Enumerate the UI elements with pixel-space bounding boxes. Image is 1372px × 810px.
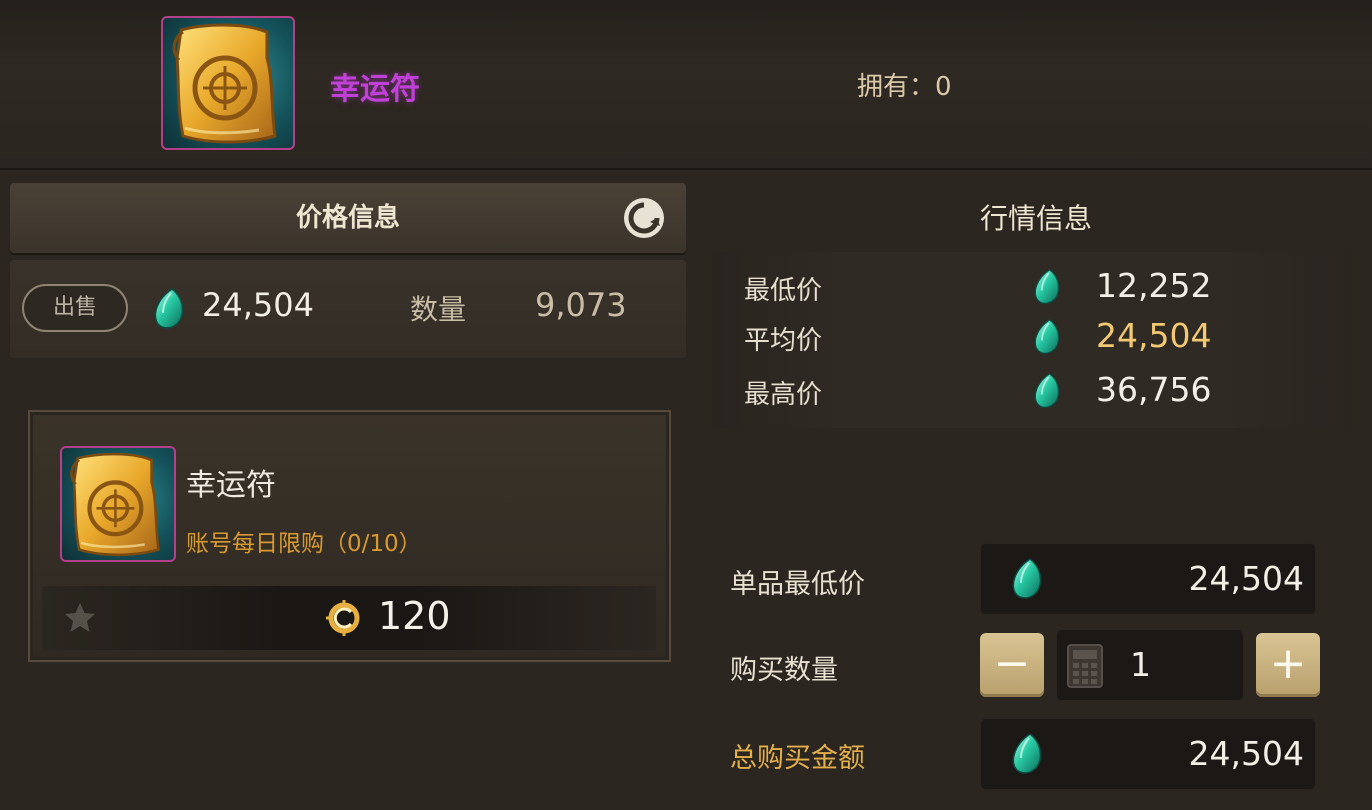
max-price-value: 36,756	[1096, 370, 1212, 409]
sell-button[interactable]: 出售	[22, 284, 128, 332]
owned-count: 拥有：0	[857, 66, 952, 103]
quantity-label: 数量	[410, 293, 467, 326]
coin-price: 120	[378, 594, 451, 638]
avg-price-value: 24,504	[1096, 316, 1212, 355]
teal-gem-icon	[1010, 557, 1044, 601]
price-info-title: 价格信息	[295, 203, 400, 233]
decrease-quantity-button[interactable]: −	[980, 633, 1044, 697]
star-icon[interactable]	[62, 600, 98, 636]
total-amount-label: 总购买金额	[730, 743, 865, 774]
calculator-icon[interactable]	[1066, 643, 1104, 689]
market-info-title: 行情信息	[979, 202, 1092, 235]
quantity-input-value: 1	[1130, 645, 1151, 684]
owned-label: 拥有：	[857, 72, 936, 102]
product-name: 幸运符	[186, 468, 276, 503]
lucky-charm-scroll-icon	[161, 16, 295, 150]
owned-value: 0	[935, 72, 952, 102]
unit-min-price-label: 单品最低价	[730, 569, 865, 600]
daily-limit-text: 账号每日限购（0/10）	[186, 531, 422, 557]
teal-gem-icon	[152, 287, 186, 331]
sell-listing-row: 出售 24,504 数量 9,073	[10, 260, 686, 358]
market-info-panel: 最低价 12,252 平均价 24,504 最高价 36,756	[712, 252, 1352, 428]
total-amount-field: 24,504	[980, 718, 1316, 790]
increase-quantity-button[interactable]: +	[1256, 633, 1320, 697]
unit-min-price-value: 24,504	[1188, 559, 1304, 598]
total-amount-value: 24,504	[1188, 734, 1304, 773]
quantity-input[interactable]: 1	[1056, 629, 1244, 701]
refresh-icon[interactable]	[622, 196, 666, 240]
avg-price-label: 平均价	[744, 326, 823, 356]
min-price-value: 12,252	[1096, 266, 1212, 305]
max-price-label: 最高价	[744, 380, 823, 410]
unit-min-price-field: 24,504	[980, 543, 1316, 615]
min-price-label: 最低价	[744, 276, 823, 306]
item-header: 幸运符 拥有：0	[0, 0, 1372, 170]
teal-gem-icon	[1010, 732, 1044, 776]
item-name: 幸运符	[330, 72, 420, 107]
lucky-charm-scroll-icon	[60, 446, 176, 562]
quantity-value: 9,073	[535, 286, 627, 324]
gold-coin-icon	[326, 600, 360, 636]
sell-price: 24,504	[202, 286, 314, 324]
purchase-quantity-label: 购买数量	[730, 655, 838, 686]
teal-gem-icon	[1032, 372, 1062, 410]
teal-gem-icon	[1032, 268, 1062, 306]
product-price-bar: 120	[42, 586, 656, 650]
price-info-header: 价格信息	[10, 183, 686, 253]
teal-gem-icon	[1032, 318, 1062, 356]
product-card[interactable]: 幸运符 账号每日限购（0/10） 120	[28, 410, 671, 662]
